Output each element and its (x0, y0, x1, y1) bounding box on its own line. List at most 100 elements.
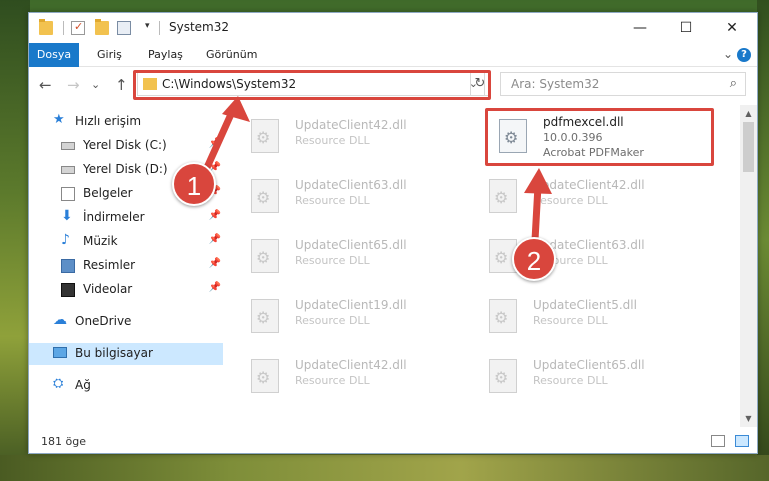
sidebar-item-onedrive[interactable]: ☁ OneDrive (29, 311, 223, 333)
new-folder-icon[interactable] (95, 19, 109, 35)
file-type: Resource DLL (295, 134, 370, 147)
recent-locations-chevron-icon[interactable]: ⌄ (91, 78, 100, 91)
window-title: System32 (169, 20, 230, 34)
view-options-icon[interactable] (117, 21, 131, 35)
vertical-scrollbar[interactable]: ▲ ▼ (740, 105, 757, 427)
file-item[interactable]: UpdateClient42.dll Resource DLL (239, 111, 469, 161)
sidebar-item-videos[interactable]: Videolar 📌 (29, 279, 223, 301)
step-1-badge: 1 (172, 162, 216, 206)
item-count: 181 öge (41, 435, 86, 448)
sidebar-item-label: Bu bilgisayar (75, 346, 153, 360)
sidebar-item-label: Videolar (83, 282, 133, 296)
sidebar-item-this-pc[interactable]: Bu bilgisayar (29, 343, 223, 365)
search-placeholder: Ara: System32 (511, 77, 600, 91)
dll-file-icon (489, 299, 517, 333)
back-arrow-icon[interactable]: ← (39, 76, 52, 94)
file-item[interactable]: UpdateClient19.dll Resource DLL (239, 291, 469, 341)
folder-icon (39, 19, 53, 35)
help-icon[interactable]: ? (737, 48, 751, 62)
file-item[interactable]: UpdateClient65.dll Resource DLL (477, 351, 707, 401)
file-type: Resource DLL (533, 194, 608, 207)
download-icon: ⬇ (61, 208, 73, 224)
desktop-background-right (757, 0, 769, 481)
cloud-icon: ☁ (53, 312, 67, 328)
sidebar-item-downloads[interactable]: ⬇ İndirmeler 📌 (29, 207, 223, 229)
sidebar-item-label: Ağ (75, 378, 91, 392)
scrollbar-thumb[interactable] (743, 122, 754, 172)
sidebar-item-label: İndirmeler (83, 210, 145, 224)
scroll-down-arrow-icon[interactable]: ▼ (740, 410, 757, 427)
sidebar-item-label: Yerel Disk (D:) (83, 162, 168, 176)
search-input[interactable]: Ara: System32 ⌕ (500, 72, 746, 96)
network-icon: ⛭ (53, 376, 64, 391)
minimize-button[interactable]: — (617, 13, 663, 43)
tab-home[interactable]: Giriş (87, 43, 132, 67)
drive-icon (61, 166, 75, 174)
status-bar: 181 öge (29, 431, 757, 453)
properties-check-icon[interactable] (71, 20, 85, 35)
maximize-button[interactable]: ☐ (663, 13, 709, 43)
desktop-background-bottom (0, 455, 769, 481)
file-name: UpdateClient65.dll (533, 358, 645, 372)
pictures-icon (61, 259, 75, 273)
sidebar-item-music[interactable]: ♪ Müzik 📌 (29, 231, 223, 253)
file-item[interactable]: UpdateClient63.dll Resource DLL (239, 171, 469, 221)
sidebar-item-label: Yerel Disk (C:) (83, 138, 167, 152)
tab-view[interactable]: Görünüm (196, 43, 267, 67)
title-bar: ▾ System32 — ☐ ✕ (29, 13, 757, 43)
tiles-view-icon[interactable] (735, 435, 749, 447)
drive-icon (61, 142, 75, 150)
dll-file-icon (251, 119, 279, 153)
music-icon: ♪ (61, 232, 70, 248)
title-divider (159, 21, 160, 35)
file-item[interactable]: UpdateClient42.dll Resource DLL (239, 351, 469, 401)
pin-icon: 📌 (208, 258, 221, 269)
dll-file-icon (489, 359, 517, 393)
file-item[interactable]: UpdateClient5.dll Resource DLL (477, 291, 707, 341)
dll-file-icon (251, 179, 279, 213)
scroll-up-arrow-icon[interactable]: ▲ (740, 105, 757, 122)
dll-file-icon (251, 239, 279, 273)
file-item[interactable]: UpdateClient65.dll Resource DLL (239, 231, 469, 281)
file-type: Resource DLL (533, 374, 608, 387)
star-icon: ★ (53, 112, 65, 127)
navigation-pane: ★ Hızlı erişim Yerel Disk (C:) 📌 Yerel D… (29, 105, 229, 427)
file-type: Resource DLL (295, 194, 370, 207)
ribbon-tabs: Dosya Giriş Paylaş Görünüm ⌄ ? (29, 43, 757, 67)
file-type: Resource DLL (533, 314, 608, 327)
sidebar-item-label: Resimler (83, 258, 136, 272)
file-highlight (485, 108, 714, 166)
tab-share[interactable]: Paylaş (138, 43, 193, 67)
dll-file-icon (489, 179, 517, 213)
sidebar-item-quick-access[interactable]: ★ Hızlı erişim (29, 111, 223, 133)
dll-file-icon (251, 299, 279, 333)
file-type: Resource DLL (295, 314, 370, 327)
toolbar-divider (63, 21, 64, 35)
up-arrow-icon[interactable]: ↑ (115, 76, 128, 94)
file-name: UpdateClient42.dll (533, 178, 645, 192)
file-type: Resource DLL (295, 374, 370, 387)
pin-icon: 📌 (208, 234, 221, 245)
pin-icon: 📌 (208, 282, 221, 293)
sidebar-item-label: OneDrive (75, 314, 132, 328)
pin-icon: 📌 (208, 138, 221, 149)
file-item[interactable]: UpdateClient42.dll Resource DLL (477, 171, 707, 221)
dll-file-icon (251, 359, 279, 393)
file-name: UpdateClient63.dll (295, 178, 407, 192)
video-icon (61, 283, 75, 297)
forward-arrow-icon[interactable]: → (67, 76, 80, 94)
sidebar-item-label: Hızlı erişim (75, 114, 142, 128)
computer-icon (53, 347, 67, 358)
tab-file[interactable]: Dosya (29, 43, 79, 67)
details-view-icon[interactable] (711, 435, 725, 447)
file-type: Resource DLL (295, 254, 370, 267)
file-name: UpdateClient65.dll (295, 238, 407, 252)
file-name: UpdateClient42.dll (295, 118, 407, 132)
sidebar-item-network[interactable]: ⛭ Ağ (29, 375, 223, 397)
sidebar-item-local-disk-c[interactable]: Yerel Disk (C:) 📌 (29, 135, 223, 157)
pin-icon: 📌 (208, 210, 221, 221)
sidebar-item-pictures[interactable]: Resimler 📌 (29, 255, 223, 277)
quick-access-dropdown-icon[interactable]: ▾ (145, 21, 150, 31)
close-button[interactable]: ✕ (709, 13, 755, 43)
expand-ribbon-chevron-icon[interactable]: ⌄ (723, 47, 733, 61)
